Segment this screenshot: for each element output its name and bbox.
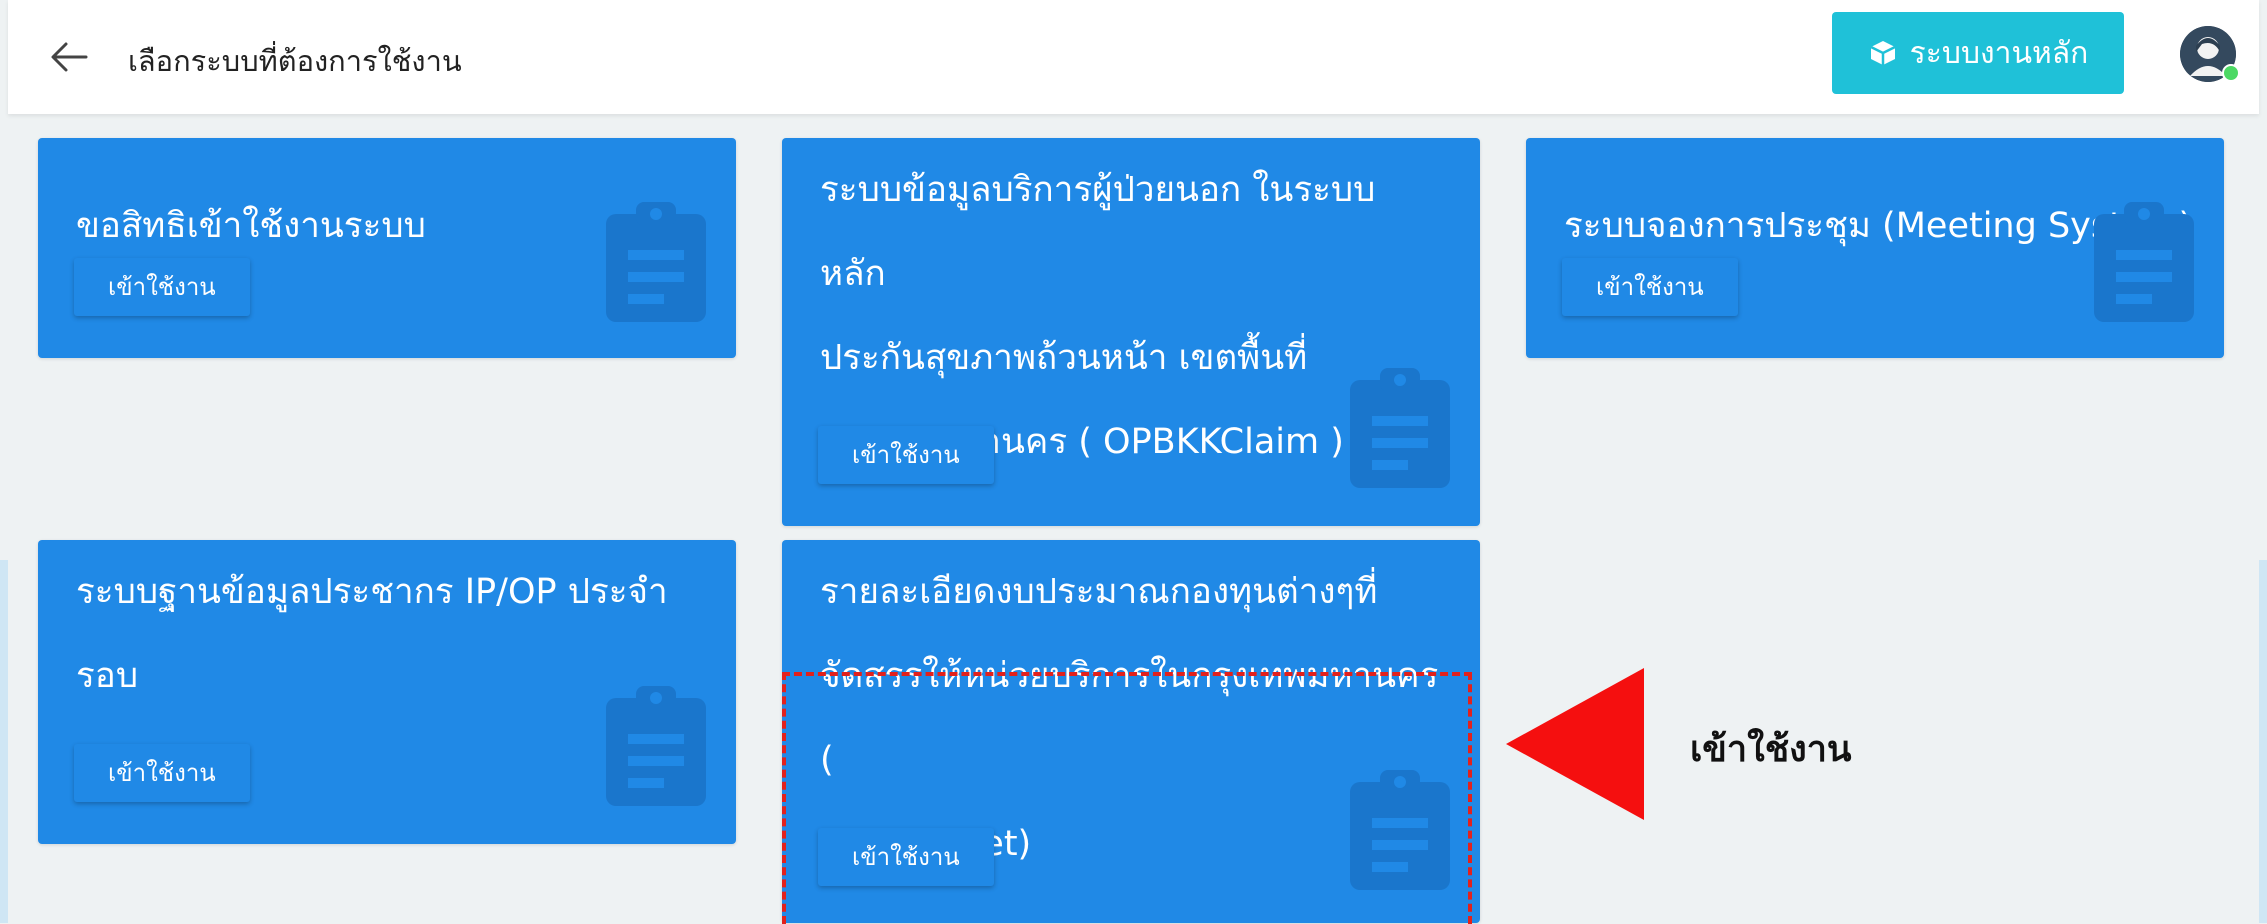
clipboard-icon [606, 202, 706, 322]
main-system-button[interactable]: ระบบงานหลัก [1832, 12, 2124, 94]
system-card-opbkkclaim: ระบบข้อมูลบริการผู้ป่วยนอก ในระบบหลัก ปร… [782, 138, 1480, 526]
enter-button[interactable]: เข้าใช้งาน [818, 426, 994, 484]
enter-button[interactable]: เข้าใช้งาน [1562, 258, 1738, 316]
box-icon [1870, 41, 1896, 65]
main-system-button-label: ระบบงานหลัก [1909, 35, 2089, 71]
back-arrow-icon[interactable] [46, 34, 92, 80]
highlight-box [782, 672, 1472, 924]
pointer-arrow-icon [1506, 668, 1644, 820]
annotation-label: เข้าใช้งาน [1690, 729, 1852, 770]
left-edge-decoration [0, 560, 8, 923]
online-status-dot [2222, 64, 2240, 82]
clipboard-icon [1350, 368, 1450, 488]
clipboard-icon [606, 686, 706, 806]
enter-button[interactable]: เข้าใช้งาน [74, 258, 250, 316]
page-title: เลือกระบบที่ต้องการใช้งาน [128, 44, 462, 78]
system-card-meeting: ระบบจองการประชุม (Meeting System) เข้าใช… [1526, 138, 2224, 358]
clipboard-icon [2094, 202, 2194, 322]
enter-button[interactable]: เข้าใช้งาน [74, 744, 250, 802]
right-edge-decoration [2259, 560, 2267, 923]
system-card-population-db: ระบบฐานข้อมูลประชากร IP/OP ประจำ รอบ เข้… [38, 540, 736, 844]
system-card-access-request: ขอสิทธิเข้าใช้งานระบบ เข้าใช้งาน [38, 138, 736, 358]
